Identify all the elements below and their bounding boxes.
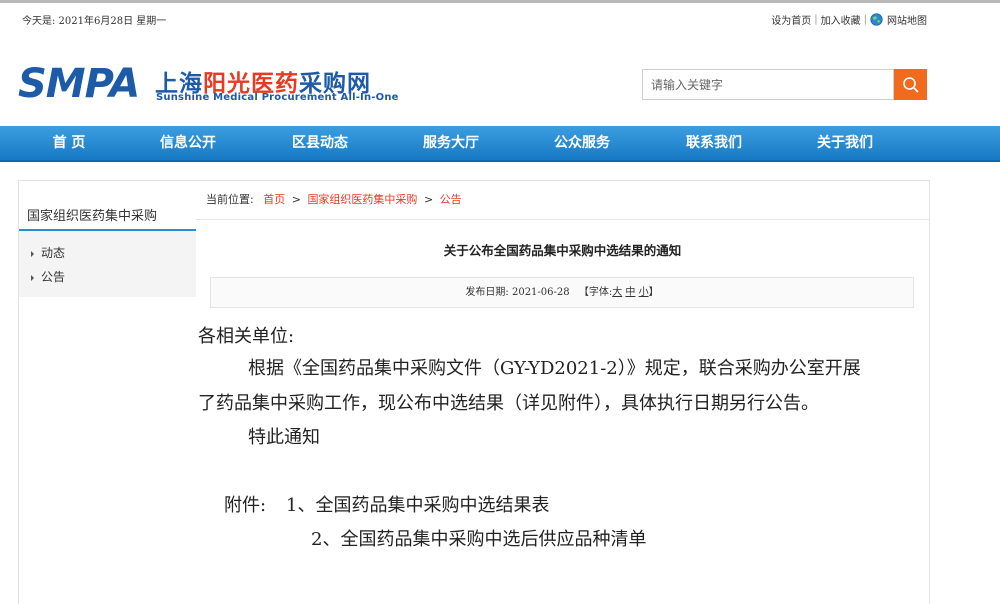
separator: | [863,14,867,25]
top-border [0,0,1000,3]
search-box [642,69,927,100]
nav-contact-us[interactable]: 联系我们 [667,126,761,160]
font-size-label-close: 】 [648,287,659,298]
sidebar-item-news[interactable]: 动态 [19,241,196,265]
add-favorite-link[interactable]: 加入收藏 [821,12,861,27]
set-homepage-link[interactable]: 设为首页 [771,12,811,27]
bullet-icon [31,274,34,281]
attachment-label: 附件: [224,495,267,516]
breadcrumb-current[interactable]: 公告 [440,193,462,206]
sidebar-item-label: 公告 [41,270,66,284]
paragraph-line-1: 根据《全国药品集中采购文件（GY-YD2021-2）》规定，联合采购办公室开展 [248,358,861,379]
article-panel: 当前位置: 首页 > 国家组织医药集中采购 > 公告 关于公布全国药品集中采购中… [196,181,929,604]
breadcrumb: 当前位置: 首页 > 国家组织医药集中采购 > 公告 [196,181,929,220]
breadcrumb-separator: > [423,193,434,206]
bullet-icon [31,250,34,257]
search-input[interactable] [642,69,894,100]
nav-home[interactable]: 首 页 [22,126,116,160]
search-icon [902,76,919,93]
separator: | [814,14,818,25]
sidebar-item-announcements[interactable]: 公告 [19,265,196,289]
publish-date: 发布日期: 2021-06-28 [465,287,570,298]
top-links: 设为首页 | 加入收藏 | 网站地图 [771,12,927,27]
paragraph-line-2: 了药品集中采购工作，现公布中选结果（详见附件），具体执行日期另行公告。 [198,393,819,414]
current-date: 今天是: 2021年6月28日 星期一 [22,16,167,27]
nav-public-service[interactable]: 公众服务 [535,126,629,160]
search-button[interactable] [894,69,927,100]
logo-english-name: Sunshine Medical Procurement All-In-One [156,92,399,103]
font-size-medium[interactable]: 中 [625,287,635,298]
breadcrumb-separator: > [291,193,301,206]
attachment-link-1[interactable]: 1、全国药品集中采购中选结果表 [286,490,549,522]
nav-district-news[interactable]: 区县动态 [273,126,367,160]
logo-abbr: SMPA [18,61,140,107]
attachment-link-2[interactable]: 2、全国药品集中采购中选后供应品种清单 [311,524,646,556]
breadcrumb-label: 当前位置: [206,193,254,206]
sidebar: 国家组织医药集中采购 动态 公告 [19,181,196,604]
site-map-link[interactable]: 网站地图 [887,12,927,27]
breadcrumb-home[interactable]: 首页 [263,193,285,206]
font-size-large[interactable]: 大 [612,287,622,298]
article-meta: 发布日期: 2021-06-28 【字体:大 中 小】 [210,277,914,308]
font-size-small[interactable]: 小 [639,287,649,298]
sidebar-title: 国家组织医药集中采购 [19,181,196,231]
nav-about-us[interactable]: 关于我们 [798,126,892,160]
site-logo[interactable]: SMPA 上海阳光医药采购网 Sunshine Medical Procurem… [18,62,398,108]
sidebar-menu: 动态 公告 [19,231,196,297]
globe-icon [870,13,883,26]
closing-text: 特此通知 [248,427,320,448]
top-bar: 今天是: 2021年6月28日 星期一 设为首页 | 加入收藏 | 网站地图 [22,12,927,28]
main-nav: 首 页 信息公开 区县动态 服务大厅 公众服务 联系我们 关于我们 [0,126,1000,162]
breadcrumb-category[interactable]: 国家组织医药集中采购 [307,193,417,206]
article-title: 关于公布全国药品集中采购中选结果的通知 [443,243,682,258]
sidebar-item-label: 动态 [41,246,66,260]
main-content-area: 国家组织医药集中采购 动态 公告 当前位置: 首页 > 国家组织医药集中采购 >… [18,180,930,604]
nav-service-hall[interactable]: 服务大厅 [404,126,498,160]
font-size-label: 【字体: [578,287,613,298]
salutation: 各相关单位: [198,326,295,347]
nav-info-disclosure[interactable]: 信息公开 [141,126,235,160]
